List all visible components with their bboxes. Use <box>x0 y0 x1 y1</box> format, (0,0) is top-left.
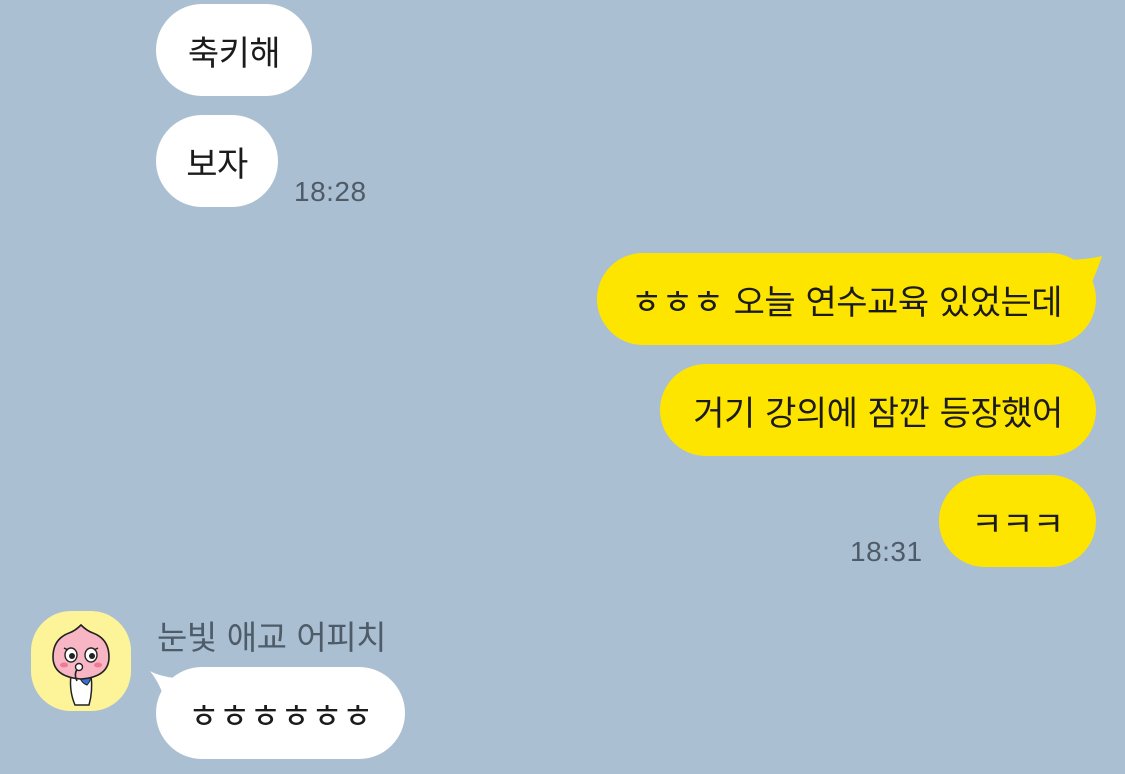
incoming-message-bubble[interactable]: 축키해 <box>156 4 312 96</box>
message-text: 거기 강의에 잠깐 등장했어 <box>693 393 1063 434</box>
outgoing-message-bubble[interactable]: ㅋㅋㅋ <box>939 475 1096 567</box>
message-text: ㅎㅎㅎㅎㅎㅎ <box>188 696 373 737</box>
message-text: 보자 <box>186 144 248 185</box>
incoming-message-bubble[interactable]: 보자 <box>156 115 278 207</box>
message-text: ㅋㅋㅋ <box>971 504 1064 545</box>
incoming-message-bubble[interactable]: ㅎㅎㅎㅎㅎㅎ <box>156 667 405 759</box>
apeach-character-icon[interactable] <box>31 611 131 711</box>
sender-name: 눈빛 애교 어피치 <box>157 618 387 657</box>
outgoing-message-bubble[interactable]: 거기 강의에 잠깐 등장했어 <box>660 364 1096 456</box>
message-text: 축키해 <box>187 33 281 74</box>
message-timestamp: 18:28 <box>294 176 367 207</box>
message-text: ㅎㅎㅎ 오늘 연수교육 있었는데 <box>630 282 1063 323</box>
message-timestamp: 18:31 <box>850 536 923 567</box>
chat-screen: { "messages": [ {"direction": "incoming"… <box>0 0 1125 774</box>
outgoing-message-bubble[interactable]: ㅎㅎㅎ 오늘 연수교육 있었는데 <box>597 253 1096 345</box>
